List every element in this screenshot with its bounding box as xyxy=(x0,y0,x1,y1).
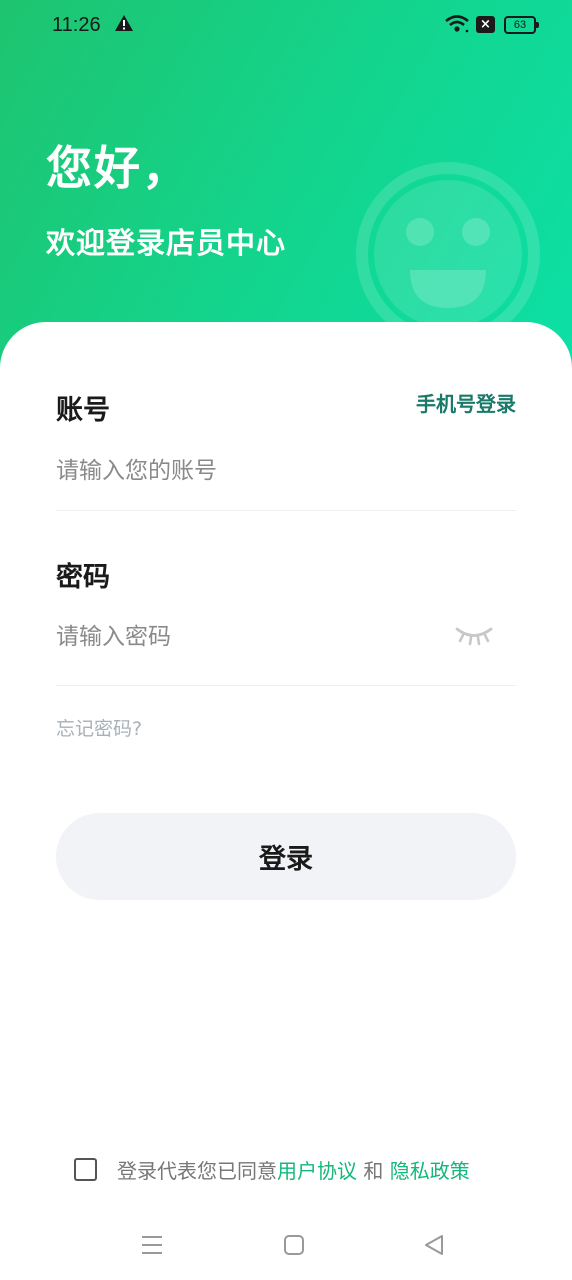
forgot-password-link[interactable]: 忘记密码? xyxy=(56,714,142,741)
password-input[interactable] xyxy=(56,617,436,657)
welcome-subtitle: 欢迎登录店员中心 xyxy=(46,226,287,260)
warning-icon xyxy=(114,14,134,37)
eye-closed-icon[interactable] xyxy=(454,624,494,650)
status-bar: 11:26 × 63 xyxy=(0,0,572,52)
login-button[interactable]: 登录 xyxy=(56,813,516,900)
agreement-row: 登录代表您已同意用户协议 和 隐私政策 xyxy=(74,1154,470,1184)
back-triangle-icon[interactable] xyxy=(423,1234,445,1260)
user-agreement-link[interactable]: 用户协议 xyxy=(277,1159,357,1183)
account-divider xyxy=(56,510,516,511)
agreement-prefix: 登录代表您已同意 xyxy=(117,1158,277,1183)
account-input[interactable] xyxy=(56,451,516,491)
no-sim-icon: × xyxy=(476,16,495,33)
home-square-icon[interactable] xyxy=(283,1234,305,1260)
battery-icon: 63 xyxy=(504,16,539,34)
agreement-text: 登录代表您已同意用户协议 和 隐私政策 xyxy=(117,1155,470,1184)
agreement-checkbox[interactable] xyxy=(74,1157,97,1181)
password-divider xyxy=(56,685,516,686)
status-time: 11:26 xyxy=(52,14,101,36)
password-label: 密码 xyxy=(56,562,110,593)
phone-login-link[interactable]: 手机号登录 xyxy=(416,388,516,417)
system-nav-bar xyxy=(0,1220,572,1280)
wifi-icon xyxy=(444,14,470,39)
menu-icon[interactable] xyxy=(141,1234,163,1260)
privacy-policy-link[interactable]: 隐私政策 xyxy=(390,1159,470,1183)
agreement-conjunction: 和 xyxy=(357,1158,390,1183)
greeting-title: 您好， xyxy=(46,141,190,195)
account-label: 账号 xyxy=(56,395,110,426)
